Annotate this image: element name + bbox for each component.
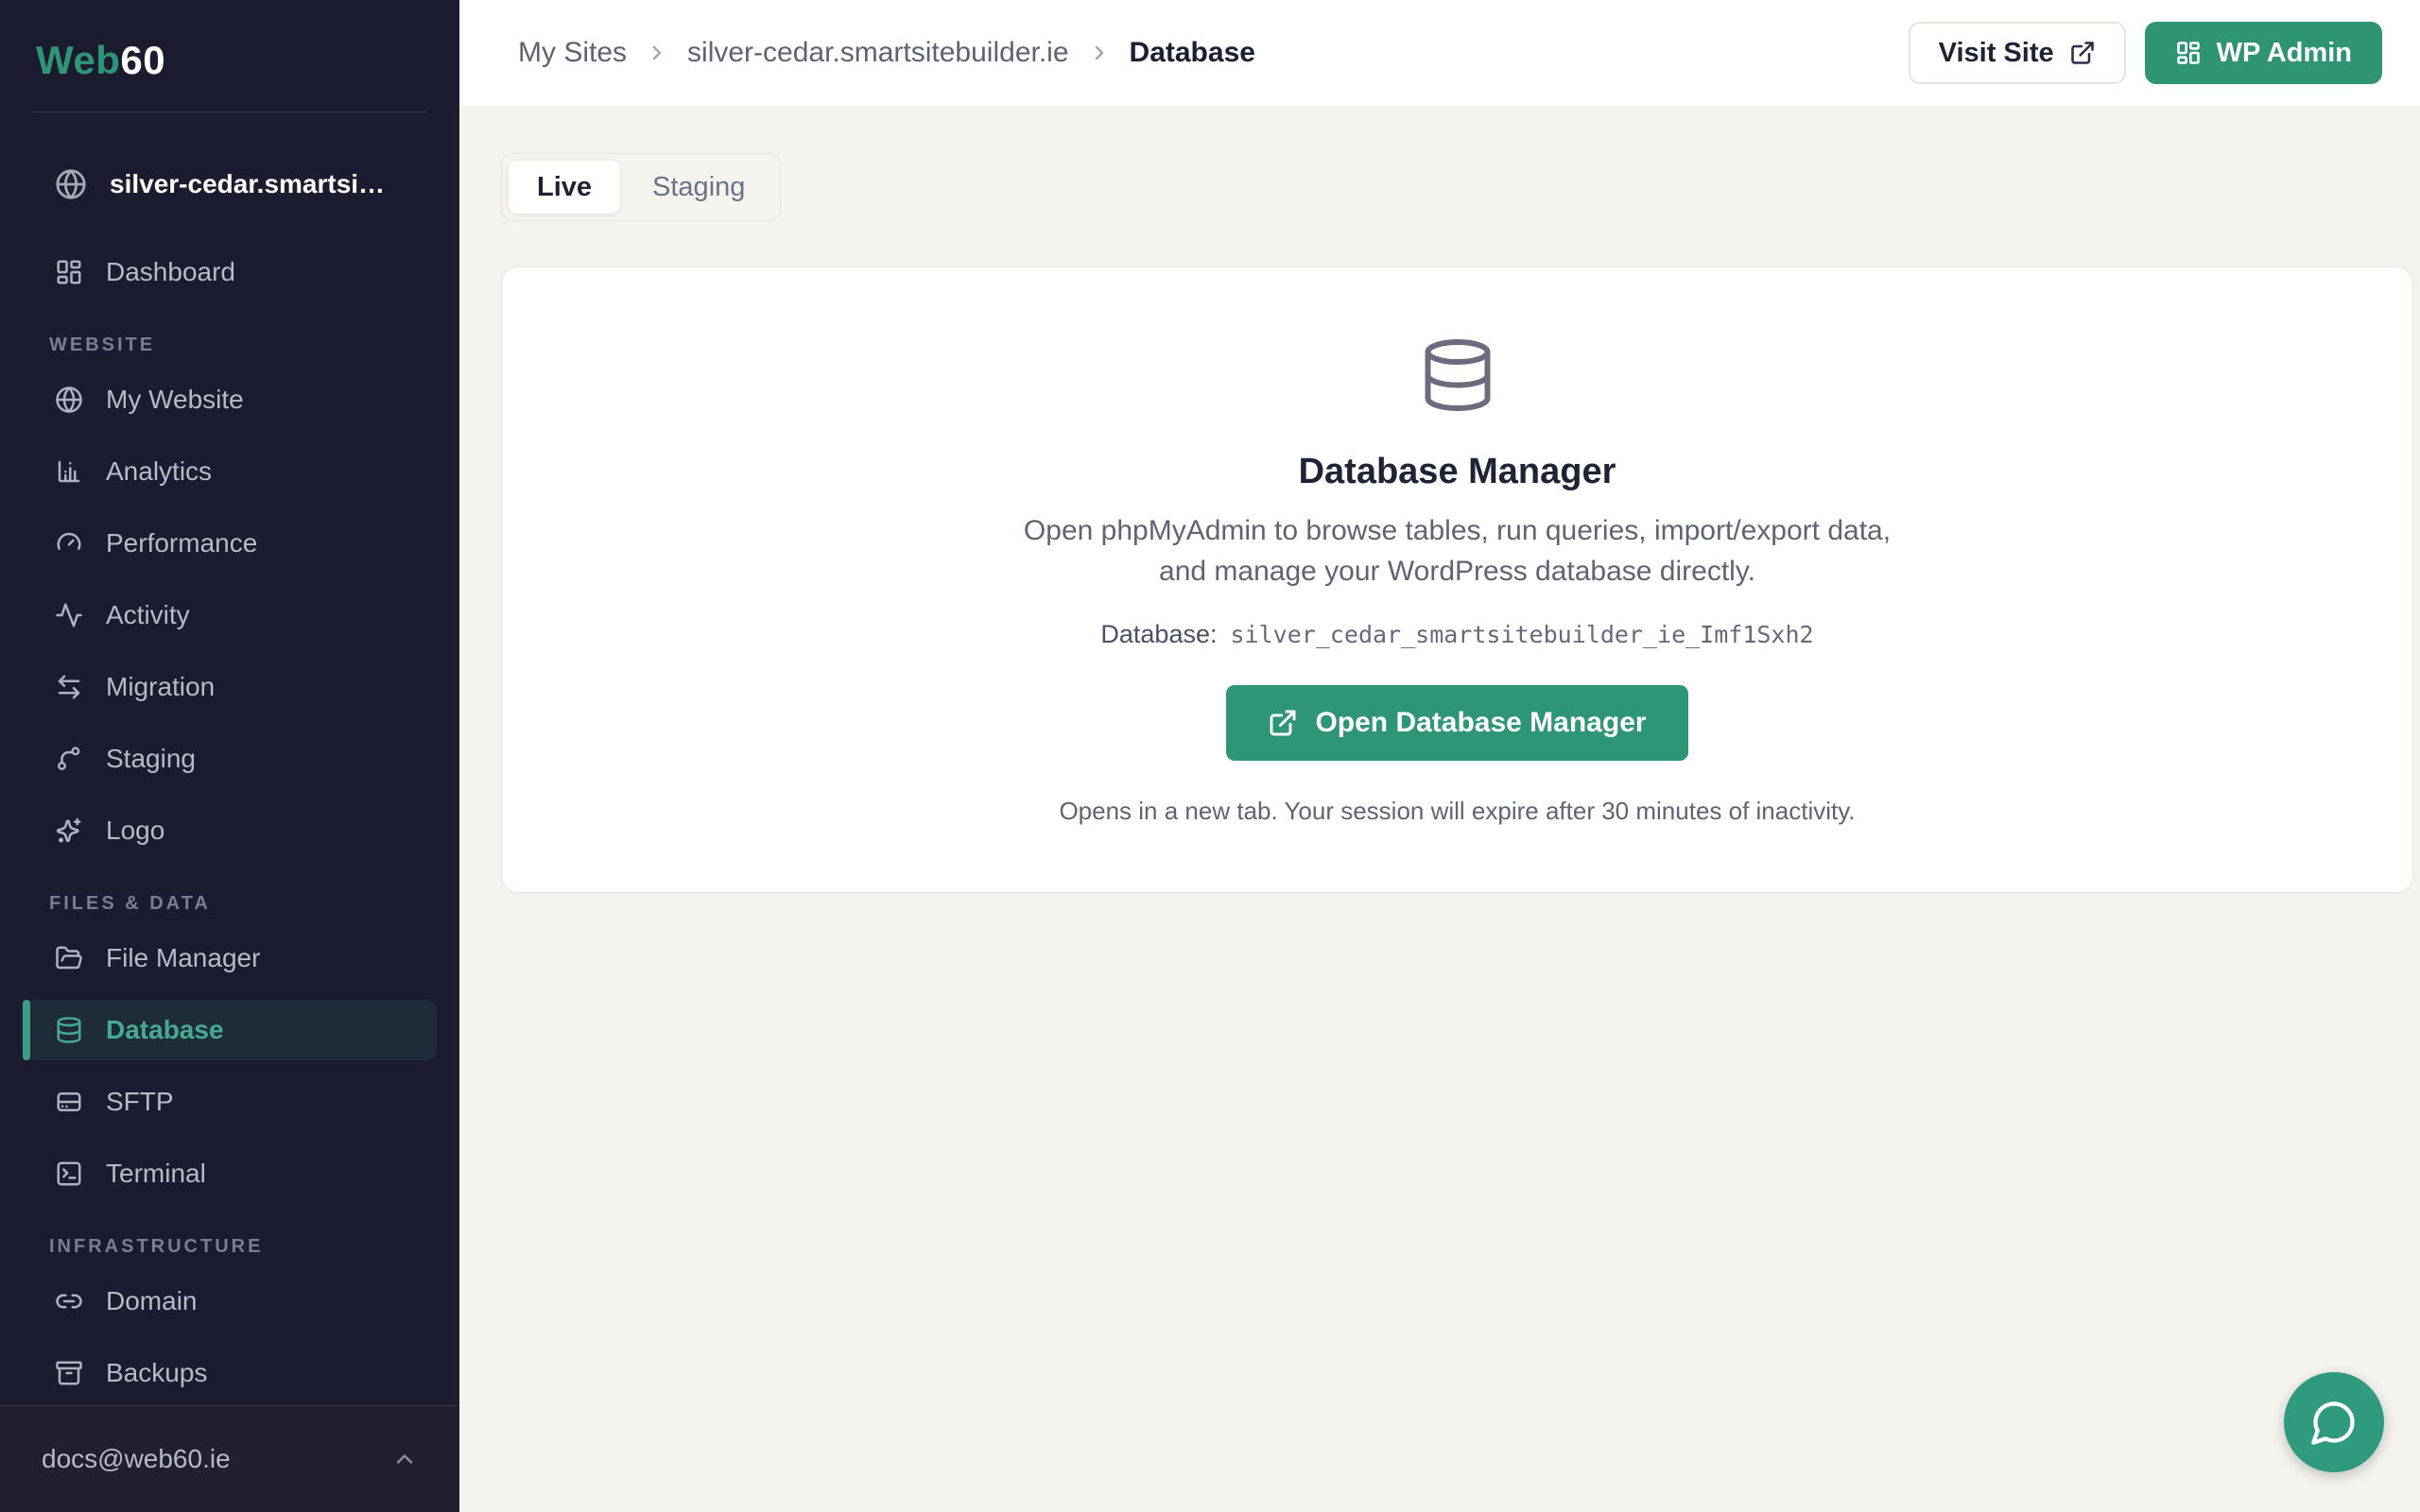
sidebar-section-files-data: FILES & DATA (0, 893, 459, 915)
sidebar-item-terminal[interactable]: Terminal (23, 1143, 437, 1204)
globe-icon (55, 168, 87, 200)
chevron-right-icon (646, 42, 668, 64)
sidebar-item-performance[interactable]: Performance (23, 513, 437, 574)
chat-bubble-icon (2309, 1398, 2359, 1447)
sidebar-item-dashboard[interactable]: Dashboard (23, 242, 437, 302)
sidebar-section-infrastructure: INFRASTRUCTURE (0, 1236, 459, 1258)
terminal-icon (55, 1160, 83, 1188)
main-area: My Sites silver-cedar.smartsitebuilder.i… (459, 0, 2420, 1512)
dashboard-grid-icon (2175, 40, 2202, 66)
header-actions: Visit Site WP Admin (1909, 22, 2382, 84)
database-name-value: silver_cedar_smartsitebuilder_ie_Imf1Sxh… (1230, 621, 1813, 648)
sidebar-item-file-manager[interactable]: File Manager (23, 928, 437, 988)
gauge-icon (55, 529, 83, 558)
breadcrumb-current-database: Database (1130, 37, 1255, 69)
sidebar-site-name: silver-cedar.smartsi… (110, 169, 385, 199)
chevron-up-icon (391, 1446, 418, 1472)
git-branch-icon (55, 745, 83, 773)
top-header: My Sites silver-cedar.smartsitebuilder.i… (459, 0, 2420, 106)
sidebar-item-analytics[interactable]: Analytics (23, 441, 437, 502)
sidebar-item-database[interactable]: Database (23, 1000, 437, 1060)
sparkles-icon (55, 816, 83, 845)
breadcrumb-site[interactable]: silver-cedar.smartsitebuilder.ie (687, 37, 1069, 69)
sidebar-item-activity[interactable]: Activity (23, 585, 437, 645)
sidebar-account-menu[interactable]: docs@web60.ie (0, 1405, 459, 1512)
breadcrumb-my-sites[interactable]: My Sites (518, 37, 627, 69)
sidebar-section-website: WEBSITE (0, 335, 459, 356)
wp-admin-button[interactable]: WP Admin (2145, 22, 2382, 84)
chevron-right-icon (1088, 42, 1111, 64)
account-email: docs@web60.ie (42, 1444, 231, 1474)
page-content: Live Staging Database Manager Open phpMy… (459, 106, 2420, 1512)
sidebar-item-domain[interactable]: Domain (23, 1271, 437, 1332)
database-label: Database: (1100, 620, 1217, 649)
dashboard-grid-icon (55, 258, 83, 286)
hard-drive-icon (55, 1088, 83, 1116)
brand-logo-primary: Web (36, 38, 120, 82)
tab-live[interactable]: Live (509, 161, 620, 214)
sidebar-item-my-website[interactable]: My Website (23, 369, 437, 430)
link-icon (55, 1287, 83, 1315)
session-note: Opens in a new tab. Your session will ex… (559, 797, 2356, 826)
sidebar-nav: Dashboard WEBSITE My Website Analytics (0, 214, 459, 1405)
arrows-left-right-icon (55, 673, 83, 701)
open-database-manager-button[interactable]: Open Database Manager (1226, 685, 1687, 761)
bar-chart-icon (55, 457, 83, 486)
sidebar-item-logo[interactable]: Logo (23, 800, 437, 861)
globe-icon (55, 386, 83, 414)
sidebar: Web60 silver-cedar.smartsi… Dashboard WE… (0, 0, 459, 1512)
sidebar-item-backups[interactable]: Backups (23, 1343, 437, 1403)
external-link-icon (1268, 708, 1298, 738)
sidebar-item-migration[interactable]: Migration (23, 657, 437, 717)
folder-open-icon (55, 944, 83, 972)
activity-pulse-icon (55, 601, 83, 629)
archive-icon (55, 1359, 83, 1387)
database-icon (55, 1016, 83, 1044)
environment-tabs: Live Staging (501, 153, 781, 221)
card-title: Database Manager (559, 452, 2356, 492)
breadcrumb: My Sites silver-cedar.smartsitebuilder.i… (518, 37, 1255, 69)
chat-support-button[interactable] (2284, 1372, 2384, 1472)
tab-staging[interactable]: Staging (624, 161, 773, 214)
sidebar-item-staging[interactable]: Staging (23, 729, 437, 789)
sidebar-item-sftp[interactable]: SFTP (23, 1072, 437, 1132)
brand-logo: Web60 (0, 0, 459, 83)
database-icon (1418, 335, 1497, 415)
visit-site-button[interactable]: Visit Site (1909, 22, 2126, 84)
brand-logo-secondary: 60 (120, 38, 165, 82)
card-description: Open phpMyAdmin to browse tables, run qu… (1018, 511, 1897, 592)
external-link-icon (2069, 40, 2096, 66)
database-name-line: Database: silver_cedar_smartsitebuilder_… (559, 620, 2356, 649)
sidebar-site-selector[interactable]: silver-cedar.smartsi… (0, 154, 459, 214)
app-window: Web60 silver-cedar.smartsi… Dashboard WE… (0, 0, 2420, 1512)
database-manager-card: Database Manager Open phpMyAdmin to brow… (501, 266, 2413, 893)
